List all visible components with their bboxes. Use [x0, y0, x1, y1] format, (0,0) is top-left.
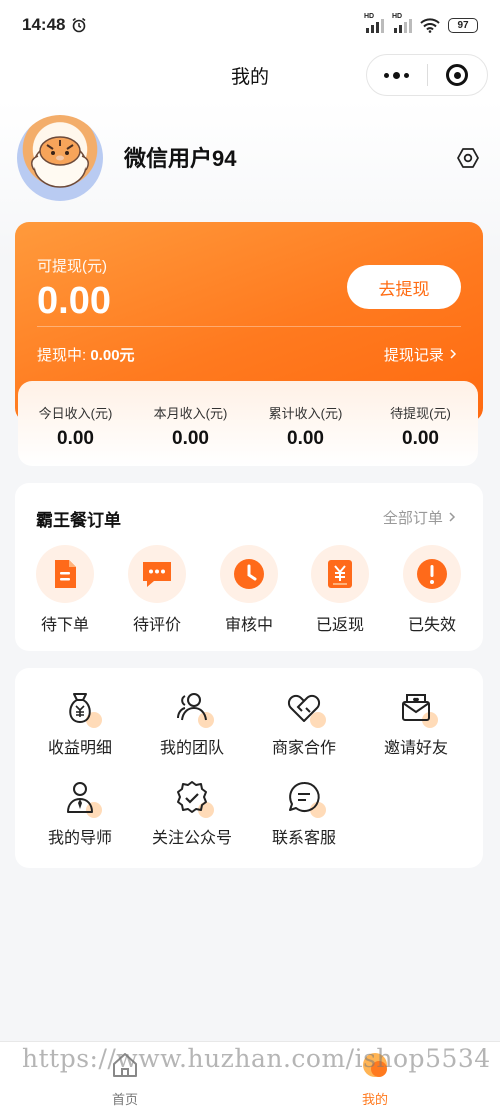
stat-pending: 待提现(元) 0.00 — [363, 381, 478, 466]
stat-value: 0.00 — [57, 428, 94, 449]
services-card: 收益明细 我的团队 商家合作 邀请好友 我的导师 关注公众号 联系客服 — [15, 668, 483, 868]
stat-value: 0.00 — [172, 428, 209, 449]
service-invite-friends[interactable]: 邀请好友 — [361, 688, 471, 758]
order-label: 审核中 — [224, 617, 273, 634]
stat-label: 待提现(元) — [390, 406, 451, 421]
service-contact-support[interactable]: 联系客服 — [249, 778, 359, 848]
pending-label: 提现中: — [37, 347, 87, 364]
divider — [37, 326, 461, 327]
tab-label: 我的 — [361, 1092, 388, 1107]
stat-label: 今日收入(元) — [38, 406, 113, 421]
money-bag-icon — [60, 688, 102, 728]
tiger-avatar-image — [31, 136, 89, 188]
withdrawable-amount: 0.00 — [37, 280, 111, 322]
username: 微信用户94 — [124, 146, 237, 171]
miniprogram-capsule — [366, 54, 488, 96]
more-button[interactable] — [367, 55, 427, 95]
service-label: 商家合作 — [271, 740, 336, 757]
order-under-review[interactable]: 审核中 — [217, 545, 281, 635]
service-my-mentor[interactable]: 我的导师 — [25, 778, 135, 848]
withdraw-button[interactable]: 去提现 — [347, 265, 461, 309]
alarm-icon — [73, 17, 86, 33]
pending-withdrawal: 提现中: 0.00元 — [37, 344, 135, 365]
yuan-receipt-icon — [311, 545, 369, 603]
wifi-icon — [420, 17, 440, 33]
withdraw-record-link[interactable]: 提现记录 — [384, 344, 458, 365]
chevron-right-icon — [450, 349, 457, 359]
stat-month: 本月收入(元) 0.00 — [133, 381, 248, 466]
settings-icon[interactable] — [456, 146, 480, 170]
stat-value: 0.00 — [402, 428, 439, 449]
service-my-team[interactable]: 我的团队 — [137, 688, 247, 758]
chevron-right-icon — [449, 512, 456, 522]
alert-icon — [403, 545, 461, 603]
order-cashback[interactable]: 已返现 — [308, 545, 372, 635]
more-icon — [384, 71, 410, 79]
service-label: 关注公众号 — [151, 830, 232, 847]
service-merchant-coop[interactable]: 商家合作 — [249, 688, 359, 758]
stat-total: 累计收入(元) 0.00 — [248, 381, 363, 466]
battery-icon: 97 — [448, 17, 478, 33]
team-icon — [172, 688, 214, 728]
service-follow-official-account[interactable]: 关注公众号 — [137, 778, 247, 848]
document-icon — [36, 545, 94, 603]
all-orders-label: 全部订单 — [382, 510, 443, 527]
avatar[interactable] — [17, 115, 103, 201]
watermark-text: https://www.huzhan.com/ishop5534 — [22, 1044, 491, 1073]
mentor-icon — [60, 778, 102, 818]
stat-value: 0.00 — [287, 428, 324, 449]
order-pending-place[interactable]: 待下单 — [33, 545, 97, 635]
invite-letter-icon — [396, 688, 438, 728]
nav-bar: 我的 — [0, 50, 500, 100]
signal-icon: HD — [392, 13, 412, 33]
clock-icon — [220, 545, 278, 603]
orders-title: 霸王餐订单 — [36, 511, 121, 530]
all-orders-link[interactable]: 全部订单 — [383, 507, 457, 528]
comment-icon — [128, 545, 186, 603]
page-title: 我的 — [230, 66, 269, 88]
service-income-detail[interactable]: 收益明细 — [25, 688, 135, 758]
status-indicators: HD HD 97 — [364, 13, 478, 33]
order-label: 待下单 — [40, 617, 89, 634]
income-stats: 今日收入(元) 0.00 本月收入(元) 0.00 累计收入(元) 0.00 待… — [18, 381, 478, 466]
service-label: 邀请好友 — [383, 740, 448, 757]
withdraw-record-label: 提现记录 — [383, 347, 444, 364]
status-time: 14:48 — [22, 15, 87, 35]
service-label: 我的导师 — [47, 830, 112, 847]
stat-today: 今日收入(元) 0.00 — [18, 381, 133, 466]
withdrawable-label: 可提现(元) — [37, 258, 107, 275]
orders-card: 霸王餐订单 全部订单 待下单 待评价 审核中 已返现 已失效 — [15, 483, 483, 651]
order-pending-review[interactable]: 待评价 — [125, 545, 189, 635]
target-icon — [446, 64, 469, 86]
order-label: 已失效 — [407, 617, 456, 634]
service-label: 联系客服 — [271, 830, 336, 847]
stat-label: 本月收入(元) — [153, 406, 228, 421]
order-label: 已返现 — [315, 617, 364, 634]
pending-amount: 0.00元 — [90, 347, 135, 364]
handshake-heart-icon — [284, 688, 326, 728]
service-label: 收益明细 — [47, 740, 112, 757]
chat-icon — [284, 778, 326, 818]
order-label: 待评价 — [132, 617, 181, 634]
status-bar: 14:48 HD HD 97 — [0, 0, 500, 50]
clock-text: 14:48 — [22, 15, 66, 34]
order-expired[interactable]: 已失效 — [400, 545, 464, 635]
close-miniprogram-button[interactable] — [428, 55, 488, 95]
service-label: 我的团队 — [159, 740, 224, 757]
verified-badge-icon — [172, 778, 214, 818]
signal-icon: HD — [364, 13, 384, 33]
tab-label: 首页 — [111, 1092, 138, 1107]
stat-label: 累计收入(元) — [268, 406, 343, 421]
